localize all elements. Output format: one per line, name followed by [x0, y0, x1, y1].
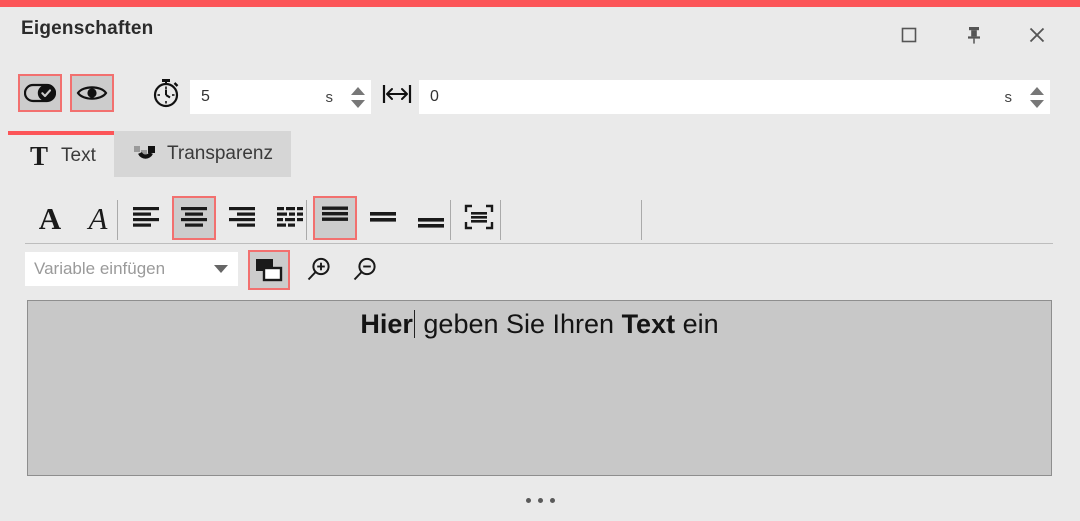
format-toolbar: A A	[0, 193, 1080, 431]
maximize-square-icon	[901, 27, 917, 43]
close-x-icon	[1029, 27, 1045, 43]
align-left-button[interactable]	[124, 196, 168, 240]
page-title: Eigenschaften	[21, 18, 154, 39]
vertical-align-bottom-icon	[418, 218, 444, 228]
variable-select[interactable]: Variable einfügen	[25, 252, 238, 286]
tab-text[interactable]: T Text	[8, 131, 114, 177]
tab-text-label: Text	[61, 145, 96, 166]
toggle-check-icon	[24, 83, 56, 103]
duration-stepper[interactable]	[345, 80, 371, 114]
title-bar: Eigenschaften	[0, 7, 1080, 62]
stepper-down-icon[interactable]	[1030, 99, 1044, 108]
close-button[interactable]	[1017, 15, 1057, 55]
delay-field[interactable]: 0 s	[419, 80, 1050, 114]
fit-text-button[interactable]	[457, 196, 501, 240]
tab-transparenz-label: Transparenz	[167, 143, 273, 164]
variable-toolbar: Variable einfügen	[0, 249, 1080, 293]
align-left-icon	[133, 207, 159, 227]
stopwatch-icon	[150, 77, 182, 109]
toolbar-separator	[500, 200, 501, 240]
canvas-text-segment-0: Hier	[360, 309, 413, 339]
toolbar-separator	[450, 200, 451, 240]
pin-button[interactable]	[954, 15, 994, 55]
tab-strip: T Text Transparenz	[8, 131, 1072, 177]
delay-unit: s	[1004, 88, 1013, 106]
text-editor-canvas[interactable]: Hier geben Sie Ihren Text ein	[27, 300, 1052, 476]
visibility-toggle-button[interactable]	[70, 74, 114, 112]
toolbar-divider	[25, 243, 1053, 244]
serif-t-glyph: T	[29, 140, 48, 171]
bold-a-icon: A	[38, 200, 62, 236]
align-center-icon	[181, 207, 207, 227]
horizontal-arrows-icon	[381, 78, 413, 110]
maximize-button[interactable]	[889, 15, 929, 55]
eye-icon	[76, 86, 108, 100]
options-toolbar: 5 s 0 s	[0, 68, 1080, 124]
stepper-down-icon[interactable]	[351, 99, 365, 108]
ellipsis-dot	[525, 497, 531, 503]
align-right-icon	[229, 207, 255, 227]
vertical-align-top-icon	[322, 206, 348, 221]
italic-button[interactable]: A	[76, 196, 120, 240]
layers-duplicate-icon	[256, 259, 283, 282]
text-cursor	[413, 310, 415, 338]
variable-placeholder: Variable einfügen	[34, 259, 166, 278]
ellipsis-dot	[549, 497, 555, 503]
stepper-up-icon[interactable]	[351, 86, 365, 95]
canvas-text-segment-2: Text	[621, 309, 676, 339]
transparency-icon	[132, 141, 158, 167]
align-right-button[interactable]	[220, 196, 264, 240]
vertical-align-middle-icon	[370, 212, 396, 222]
fit-text-frame-icon	[464, 204, 494, 230]
align-center-button[interactable]	[172, 196, 216, 240]
canvas-text-segment-1: geben Sie Ihren	[415, 309, 622, 339]
pin-icon	[968, 27, 980, 44]
valign-middle-button[interactable]	[361, 196, 405, 240]
stepper-up-icon[interactable]	[1030, 86, 1044, 95]
valign-bottom-button[interactable]	[409, 196, 453, 240]
state-toggle-button[interactable]	[18, 74, 62, 112]
zoom-in-button[interactable]	[298, 250, 340, 290]
duplicate-layer-button[interactable]	[248, 250, 290, 290]
delay-stepper[interactable]	[1024, 80, 1050, 114]
toolbar-separator	[641, 200, 642, 240]
ellipsis-dot	[537, 497, 543, 503]
canvas-text: Hier geben Sie Ihren Text ein	[360, 309, 718, 340]
valign-top-button[interactable]	[313, 196, 357, 240]
zoom-out-button[interactable]	[344, 250, 386, 290]
tab-transparenz[interactable]: Transparenz	[114, 131, 291, 177]
toolbar-separator	[306, 200, 307, 240]
zoom-in-magnifier-icon	[307, 257, 330, 281]
chevron-down-icon[interactable]	[214, 265, 228, 273]
serif-t-icon: T	[26, 140, 52, 171]
duration-field[interactable]: 5 s	[190, 80, 371, 114]
duration-value: 5	[201, 88, 210, 105]
duration-unit: s	[325, 88, 334, 106]
italic-a-icon: A	[88, 200, 108, 236]
toolbar-separator	[117, 200, 118, 240]
align-justify-icon	[277, 207, 303, 227]
canvas-text-segment-3: ein	[675, 309, 719, 339]
ellipsis-handle-icon[interactable]	[0, 488, 1080, 512]
accent-bar	[0, 0, 1080, 7]
delay-value: 0	[430, 88, 439, 105]
bold-button[interactable]: A	[28, 196, 72, 240]
zoom-out-magnifier-icon	[353, 257, 376, 281]
